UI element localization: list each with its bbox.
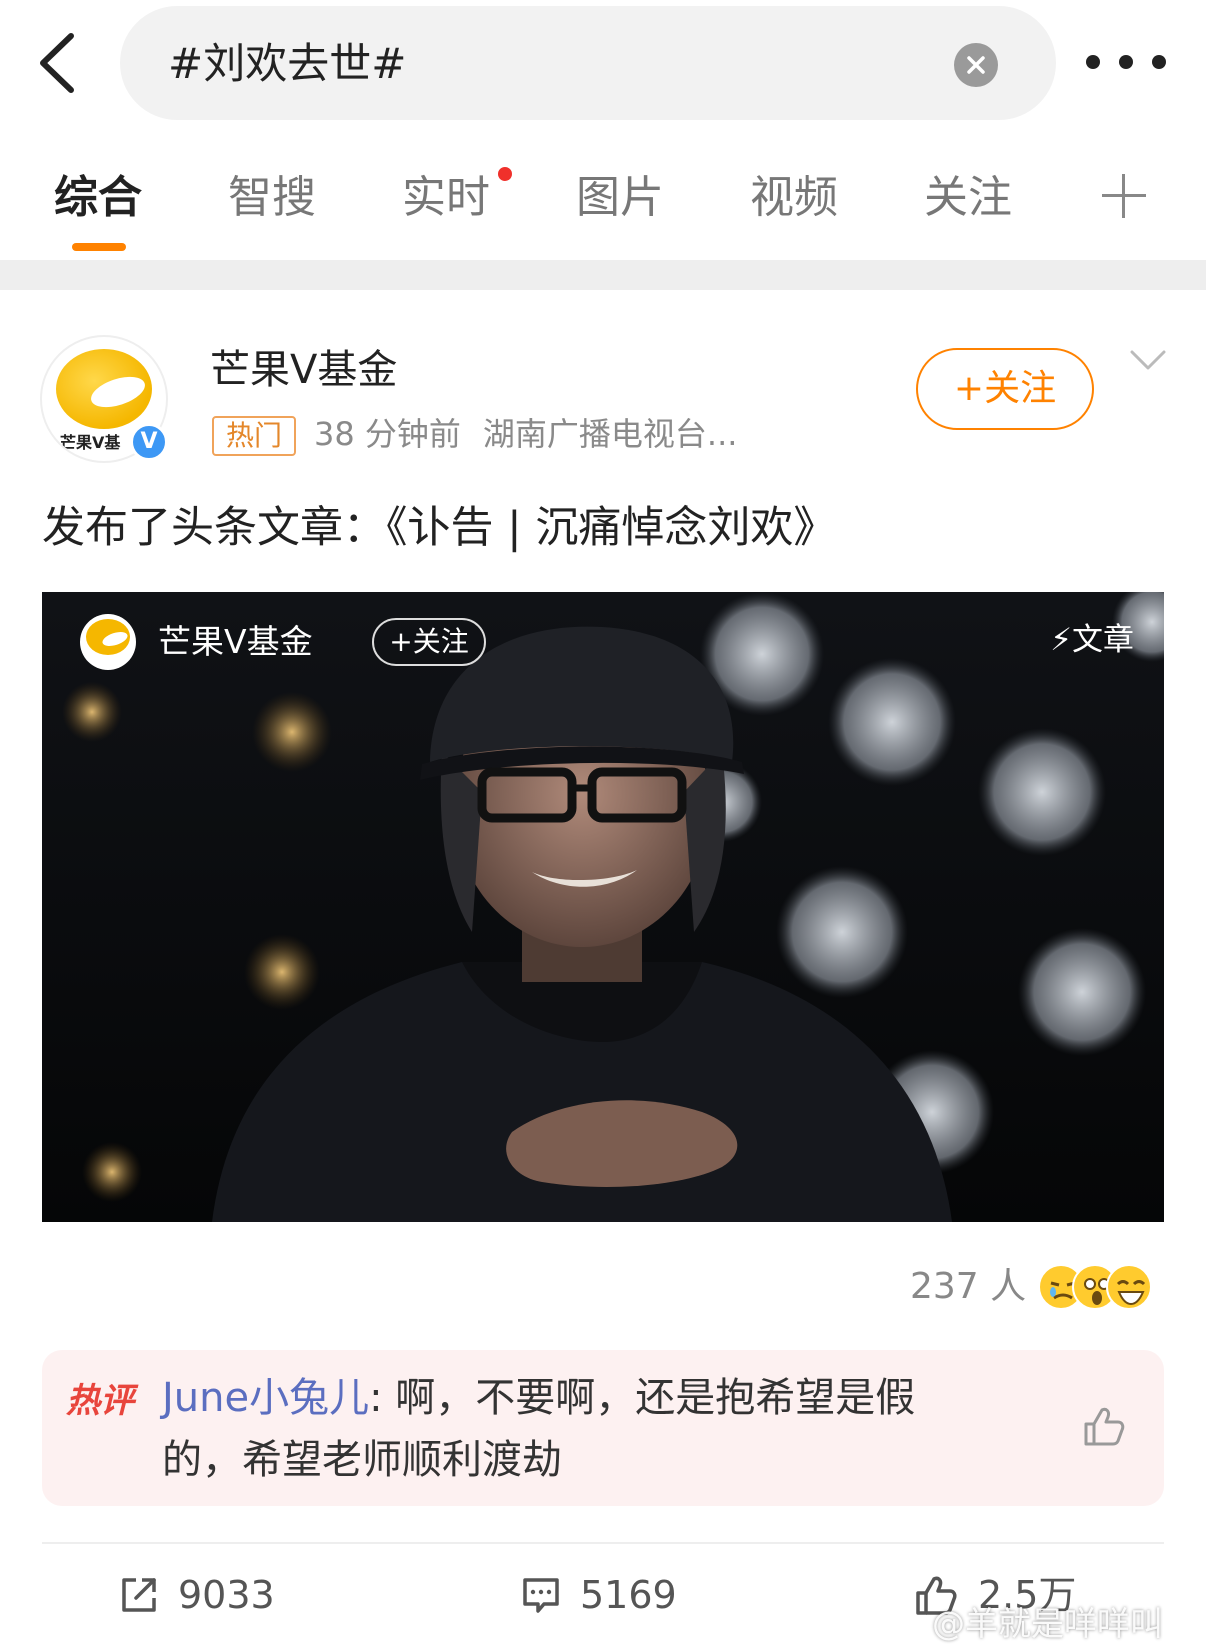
comment-button[interactable]: 5169 (520, 1570, 677, 1620)
card-follow-button[interactable]: +关注 (372, 618, 486, 666)
post-text: 发布了头条文章：《讣告 | 沉痛悼念刘欢》 (42, 503, 837, 553)
tab-实时[interactable]: 实时 (402, 170, 490, 226)
tab-智搜[interactable]: 智搜 (228, 170, 316, 226)
back-button[interactable] (30, 28, 84, 98)
add-tab-button[interactable] (1102, 174, 1146, 218)
more-dot-icon (1152, 55, 1166, 69)
hot-comment-label: 热评 (66, 1381, 134, 1421)
chevron-down-icon[interactable] (1128, 346, 1168, 376)
more-dot-icon (1119, 55, 1133, 69)
card-account-name[interactable]: 芒果V基金 (158, 622, 313, 662)
post-source: 湖南广播电视台... (482, 415, 738, 453)
follow-button[interactable]: +关注 (916, 348, 1094, 430)
username[interactable]: 芒果V基金 (210, 346, 397, 394)
top-bar: #刘欢去世# (0, 0, 1206, 130)
article-type-label: ⚡文章 (1050, 622, 1134, 658)
post-time: 38 分钟前 (314, 415, 461, 453)
hot-comment[interactable]: 热评 June小兔儿: 啊，不要啊，还是抱希望是假 的，希望老师顺利渡劫 (42, 1350, 1164, 1506)
search-input[interactable]: #刘欢去世# (120, 6, 1056, 120)
tab-综合[interactable]: 综合 (54, 170, 142, 226)
post-meta: 38 分钟前 湖南广播电视台... (314, 412, 737, 456)
chevron-left-icon (40, 33, 74, 93)
avatar-logo-text: 芒果V基 (60, 433, 121, 452)
comment-line-2: 的，希望老师顺利渡劫 (162, 1437, 562, 1483)
more-dot-icon (1086, 55, 1100, 69)
new-content-dot (498, 167, 512, 181)
card-avatar[interactable] (80, 614, 136, 670)
clear-search-button[interactable] (954, 43, 998, 87)
tab-图片[interactable]: 图片 (576, 170, 664, 226)
comment-text: : 啊，不要啊，还是抱希望是假 (369, 1375, 916, 1421)
repost-button[interactable]: 9033 (118, 1570, 275, 1620)
reaction-count: 237 人 (910, 1266, 1027, 1307)
close-icon (967, 56, 985, 74)
thumbs-up-icon[interactable] (1080, 1402, 1128, 1450)
verified-icon: V (130, 423, 168, 461)
article-card[interactable]: 芒果V基金 +关注 ⚡文章 (42, 592, 1164, 1222)
article-card-header: 芒果V基金 +关注 ⚡文章 (42, 592, 1164, 692)
tab-关注[interactable]: 关注 (924, 170, 1012, 226)
laughing-emoji-icon (1106, 1264, 1152, 1310)
comment-line-1: June小兔儿: 啊，不要啊，还是抱希望是假 (162, 1372, 915, 1424)
section-divider (0, 260, 1206, 290)
tab-视频[interactable]: 视频 (750, 170, 838, 226)
active-tab-indicator (72, 243, 126, 251)
more-options-button[interactable] (1086, 50, 1166, 74)
repost-icon (122, 1578, 156, 1612)
search-query: #刘欢去世# (168, 39, 407, 88)
search-tabs: 综合 智搜 实时 图片 视频 关注 (0, 150, 1206, 260)
actions-divider (42, 1542, 1164, 1544)
watermark: @羊就是咩咩叫 (932, 1604, 1163, 1643)
repost-count: 9033 (178, 1573, 275, 1617)
comment-icon (523, 1578, 559, 1613)
comment-author[interactable]: June小兔儿 (162, 1375, 369, 1421)
hot-badge: 热门 (212, 416, 296, 456)
comment-count: 5169 (580, 1573, 677, 1617)
